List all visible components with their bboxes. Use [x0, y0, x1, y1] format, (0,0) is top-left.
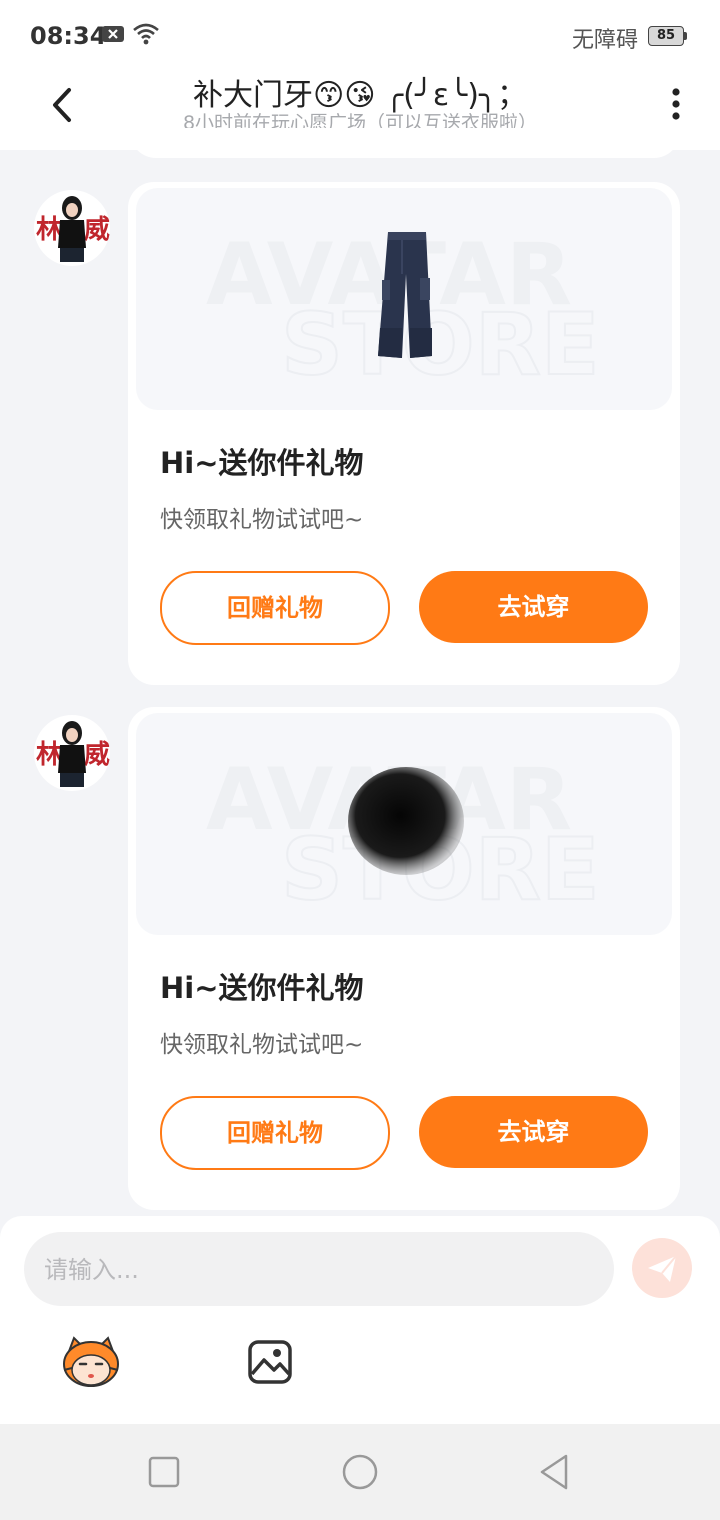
- more-button[interactable]: [664, 80, 688, 128]
- gift-message-card: AVATAR STORE Hi~送你件礼物 快领取礼物试试吧~ 回赠礼物 去试穿: [128, 707, 680, 1210]
- hair-icon: [348, 767, 464, 875]
- system-back-button[interactable]: [536, 1452, 576, 1492]
- sender-avatar[interactable]: 林 威: [34, 715, 110, 791]
- status-bar: 08:34 无障碍 85: [0, 0, 720, 72]
- svg-text:威: 威: [84, 739, 110, 770]
- sender-avatar[interactable]: 林 威: [34, 190, 110, 266]
- chevron-left-icon: [53, 88, 71, 122]
- gift-message-card: AVATAR STORE Hi~送你件礼物 快领取礼物试试吧~ 回赠礼物 去试穿: [128, 182, 680, 685]
- image-button[interactable]: [246, 1338, 294, 1386]
- circle-home-icon: [342, 1454, 378, 1490]
- previous-message-card: [130, 128, 680, 158]
- svg-text:威: 威: [84, 214, 110, 245]
- square-recent-icon: [148, 1456, 180, 1488]
- message-input[interactable]: [42, 1232, 606, 1308]
- return-gift-button[interactable]: 回赠礼物: [160, 571, 390, 645]
- status-time: 08:34: [30, 22, 107, 50]
- gift-description: 快领取礼物试试吧~: [160, 507, 364, 533]
- back-button[interactable]: [40, 78, 86, 128]
- gift-image: AVATAR STORE: [136, 188, 672, 410]
- svg-text:林: 林: [36, 740, 62, 770]
- triangle-back-icon: [540, 1454, 568, 1490]
- gift-title: Hi~送你件礼物: [160, 971, 364, 1005]
- gift-image: AVATAR STORE: [136, 713, 672, 935]
- return-gift-button[interactable]: 回赠礼物: [160, 1096, 390, 1170]
- watermark-store: STORE: [281, 295, 600, 395]
- image-gallery-icon: [248, 1340, 292, 1384]
- battery-indicator: 85: [648, 26, 688, 46]
- system-nav-bar: [0, 1424, 720, 1520]
- paper-plane-icon: [648, 1255, 677, 1282]
- home-button[interactable]: [340, 1452, 380, 1492]
- gift-title: Hi~送你件礼物: [160, 446, 364, 480]
- send-button[interactable]: [632, 1238, 692, 1298]
- more-vertical-icon: [672, 88, 680, 120]
- svg-text:林: 林: [36, 215, 62, 245]
- gift-description: 快领取礼物试试吧~: [160, 1032, 364, 1058]
- emoji-button[interactable]: [60, 1334, 122, 1390]
- wifi-icon: [132, 22, 160, 50]
- try-on-button[interactable]: 去试穿: [419, 1096, 648, 1168]
- input-panel: [0, 1216, 720, 1424]
- recent-apps-button[interactable]: [144, 1452, 184, 1492]
- message-input-wrapper: [24, 1232, 614, 1308]
- battery-level: 85: [656, 28, 676, 43]
- try-on-button[interactable]: 去试穿: [419, 571, 648, 643]
- mascot-emoji-icon: [63, 1336, 119, 1387]
- notification-close-icon: [102, 24, 124, 48]
- accessibility-label: 无障碍: [572, 28, 639, 53]
